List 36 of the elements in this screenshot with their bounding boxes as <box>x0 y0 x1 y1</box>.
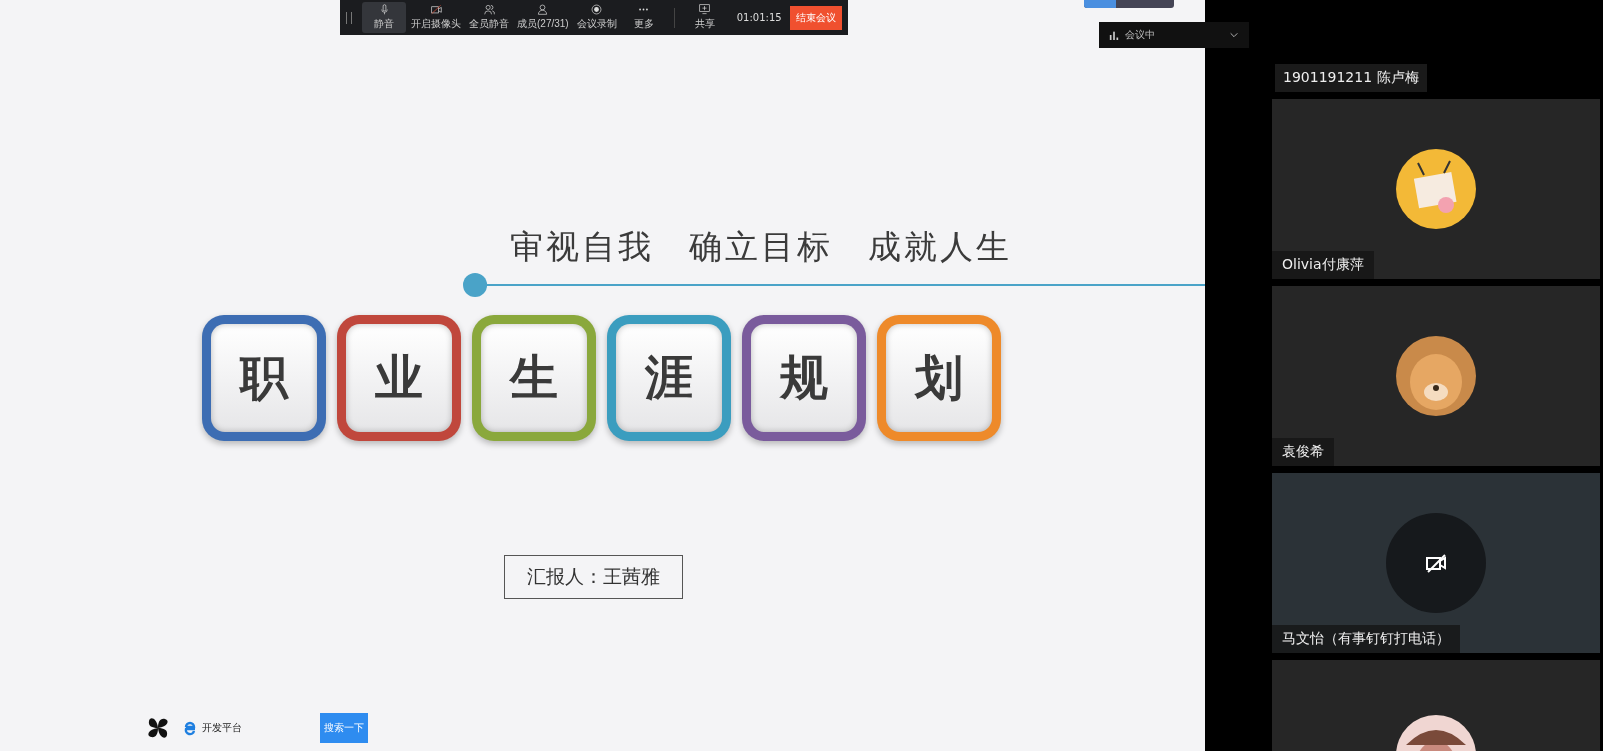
toolbar-button[interactable]: 全员静音 <box>466 2 512 33</box>
character-tile: 划 <box>877 315 1001 441</box>
participant-name: 袁俊希 <box>1272 438 1334 466</box>
toolbar-button[interactable]: 成员(27/31) <box>514 2 572 33</box>
speaker-name: 1901191211 陈卢梅 <box>1275 64 1427 92</box>
participant-name: 马文怡（有事钉钉打电话） <box>1272 625 1460 653</box>
camera-off-icon <box>1424 551 1448 575</box>
toolbar-button[interactable]: 共享 <box>682 2 727 33</box>
end-meeting-button[interactable]: 结束会议 <box>789 5 842 30</box>
record-icon <box>590 4 604 15</box>
chevron-down-icon <box>1229 30 1239 40</box>
character-tile: 业 <box>337 315 461 441</box>
meeting-timer: 01:01:15 <box>736 12 782 23</box>
reporter-label: 汇报人：王茜雅 <box>504 555 683 599</box>
participant-tile[interactable]: 袁俊希 <box>1272 286 1600 466</box>
toolbar-button[interactable]: 开启摄像头 <box>408 2 464 33</box>
people-icon <box>482 4 496 15</box>
participant-name: Olivia付康萍 <box>1272 251 1374 279</box>
browser-e-icon <box>182 720 198 736</box>
monitor-icon <box>698 4 712 15</box>
character-tile: 规 <box>742 315 866 441</box>
participant-tile[interactable]: 马文怡（有事钉钉打电话） <box>1272 473 1600 653</box>
view-dropdown[interactable]: 会议中 <box>1099 22 1249 48</box>
toolbar-button[interactable]: 会议录制 <box>573 2 620 33</box>
fan-logo-icon <box>146 716 170 740</box>
slide-subtitle: 审视自我 确立目标 成就人生 <box>510 226 1013 268</box>
participant-tile[interactable]: Olivia付康萍 <box>1272 99 1600 279</box>
character-tile: 职 <box>202 315 326 441</box>
person-icon <box>536 4 550 15</box>
character-tile: 涯 <box>607 315 731 441</box>
bar-chart-icon <box>1109 30 1119 40</box>
toolbar-button[interactable]: 静音 <box>362 2 406 33</box>
toolbar-button[interactable]: 更多 <box>621 2 666 33</box>
character-tile: 生 <box>472 315 596 441</box>
drag-handle-icon[interactable] <box>346 11 352 24</box>
camera-off-icon <box>429 4 443 15</box>
